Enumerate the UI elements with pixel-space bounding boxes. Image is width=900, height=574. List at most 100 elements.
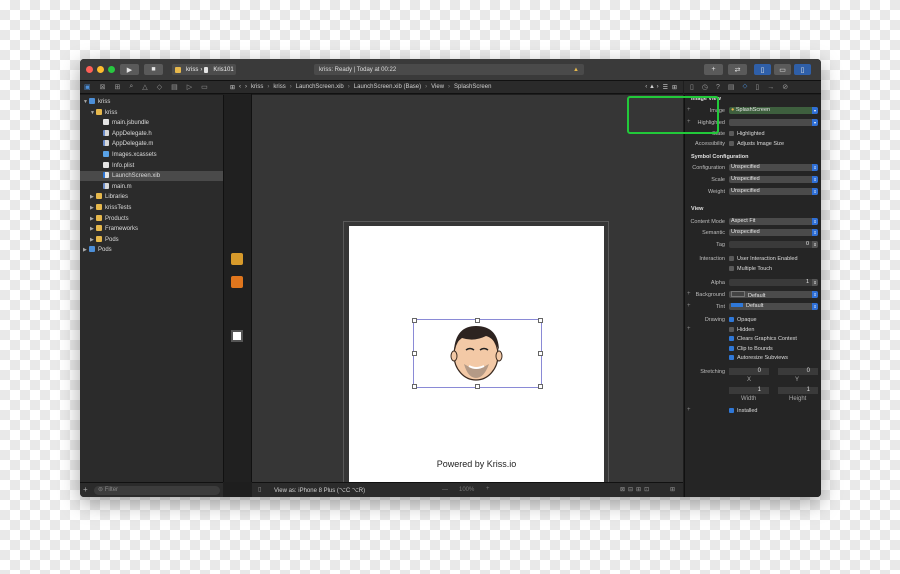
bindings-inspector-icon[interactable]: ⊘ [782,83,788,91]
toggle-navigator-button[interactable]: ▯ [754,64,771,75]
stop-button[interactable]: ■ [144,64,163,75]
breadcrumb-item[interactable]: LaunchScreen.xib [296,84,344,90]
resize-handle[interactable] [538,351,543,356]
file-inspector-icon[interactable]: ▯ [690,83,694,91]
adjust-editor-icon[interactable]: ☰ [663,84,668,91]
layout-tools-icon[interactable]: ⊠⊟⊞⊡ [620,486,652,493]
issue-nav-icon[interactable]: ‹ ▲ › [645,84,658,90]
add-variation-icon[interactable]: + [687,407,691,413]
stretch-y-field[interactable]: 0 [778,368,818,375]
zoom-window-button[interactable] [108,66,115,73]
symbol-navigator-icon[interactable]: ⊞ [115,83,121,91]
hidden-checkbox[interactable]: Hidden [729,327,754,333]
user-interaction-checkbox[interactable]: User Interaction Enabled [729,256,798,262]
zoom-in-icon[interactable]: + [486,486,490,492]
code-review-button[interactable]: ⇄ [728,64,747,75]
navigator-row[interactable]: ▶ krissTests [80,203,223,213]
add-file-icon[interactable]: + [83,485,88,494]
zoom-out-icon[interactable]: — [442,487,448,493]
breadcrumb-item[interactable]: kriss [273,84,285,90]
back-icon[interactable]: ‹ [239,84,241,90]
issue-navigator-icon[interactable]: △ [142,83,147,91]
device-config-button[interactable]: View as: iPhone 8 Plus (⌥C ⌥R) [274,487,365,494]
adjusts-image-size-checkbox[interactable]: Adjusts Image Size [729,141,784,147]
breadcrumb-item[interactable]: kriss [251,84,263,90]
navigator-row[interactable]: LaunchScreen.xib [80,171,223,182]
resize-handle[interactable] [475,318,480,323]
navigator-row[interactable]: Images.xcassets [80,150,223,160]
navigator-row[interactable]: AppDelegate.h [80,129,223,139]
content-mode-popup[interactable]: Aspect Fit ⇕ [729,218,818,225]
clears-graphics-checkbox[interactable]: Clears Graphics Context [729,336,797,342]
size-inspector-icon[interactable]: ▯ [755,83,759,91]
add-variation-icon[interactable]: + [687,326,691,332]
stepper-icon[interactable]: ⇕ [812,241,818,248]
stepper-icon[interactable]: ⇕ [812,279,818,286]
outline-toggle-icon[interactable]: ▯ [258,486,261,493]
add-editor-icon[interactable]: ⊞ [672,84,677,91]
filter-input[interactable]: ⊜ Filter [94,486,220,495]
toggle-inspector-button[interactable]: ▯ [794,64,811,75]
weight-popup[interactable]: Unspecified ⇕ [729,188,818,195]
scale-popup[interactable]: Unspecified ⇕ [729,176,818,183]
history-inspector-icon[interactable]: ◷ [702,83,708,91]
breadcrumb-item[interactable]: View [431,84,444,90]
navigator-row[interactable]: main.m [80,182,223,192]
tint-color-popup[interactable]: Default ⇕ [729,303,818,310]
navigator-row[interactable]: ▶ Pods [80,235,223,245]
report-navigator-icon[interactable]: ▭ [201,83,208,91]
related-items-icon[interactable]: ⊞ [230,84,235,91]
resize-handle[interactable] [538,384,543,389]
navigator-row[interactable]: ▶ Frameworks [80,224,223,234]
autoresize-checkbox[interactable]: Autoresize Subviews [729,355,788,361]
stretch-height-field[interactable]: 1 [778,387,818,394]
close-window-button[interactable] [86,66,93,73]
view-icon[interactable] [231,330,243,342]
quick-help-icon[interactable]: ? [716,84,720,91]
connections-inspector-icon[interactable]: → [767,84,774,91]
navigator-row[interactable]: ▶ Products [80,214,223,224]
test-navigator-icon[interactable]: ◇ [157,83,162,91]
stretch-width-field[interactable]: 1 [729,387,769,394]
navigator-row[interactable]: ▼ kriss [80,97,223,107]
resize-handle[interactable] [475,384,480,389]
attributes-inspector-icon[interactable]: ⬦ [743,83,748,91]
warning-icon[interactable]: ▲ [573,67,579,73]
launch-screen-view[interactable]: Powered by Kriss.io [349,226,604,484]
identity-inspector-icon[interactable]: ▤ [728,83,735,91]
breadcrumb-item[interactable]: SplashScreen [454,84,491,90]
opaque-checkbox[interactable]: Opaque [729,317,757,323]
splash-image-view[interactable] [412,318,543,389]
forward-icon[interactable]: › [245,84,247,90]
multiple-touch-checkbox[interactable]: Multiple Touch [729,266,772,272]
source-control-icon[interactable]: ⊠ [100,83,106,91]
resolve-issues-icon[interactable]: ⊞ [670,486,675,493]
highlighted-popup[interactable]: ▾ [729,119,818,126]
stretch-x-field[interactable]: 0 [729,368,769,375]
project-navigator-icon[interactable]: ▣ [84,83,91,91]
resize-handle[interactable] [412,318,417,323]
semantic-popup[interactable]: Unspecified ⇕ [729,229,818,236]
breakpoint-navigator-icon[interactable]: ▷ [187,83,192,91]
highlighted-checkbox[interactable]: Highlighted [729,131,765,137]
navigator-row[interactable]: ▼ kriss [80,108,223,118]
breadcrumb-item[interactable]: LaunchScreen.xib (Base) [354,84,421,90]
resize-handle[interactable] [412,384,417,389]
scheme-selector[interactable]: kriss › Kris101 [172,64,236,75]
installed-checkbox[interactable]: Installed [729,408,758,414]
toggle-debug-button[interactable]: ▭ [774,64,791,75]
navigator-row[interactable]: ▶ Libraries [80,192,223,202]
alpha-field[interactable]: 1 ⇕ [729,279,818,286]
find-navigator-icon[interactable]: ⌕ [129,83,133,91]
background-color-popup[interactable]: Default ⇕ [729,291,818,299]
first-responder-icon[interactable] [231,276,243,288]
minimize-window-button[interactable] [97,66,104,73]
configuration-popup[interactable]: Unspecified ⇕ [729,164,818,171]
debug-navigator-icon[interactable]: ▤ [171,83,178,91]
tag-field[interactable]: 0 ⇕ [729,241,818,248]
navigator-row[interactable]: ▶ Pods [80,245,223,255]
resize-handle[interactable] [538,318,543,323]
library-button[interactable]: + [704,64,723,75]
resize-handle[interactable] [412,351,417,356]
clip-bounds-checkbox[interactable]: Clip to Bounds [729,346,773,352]
